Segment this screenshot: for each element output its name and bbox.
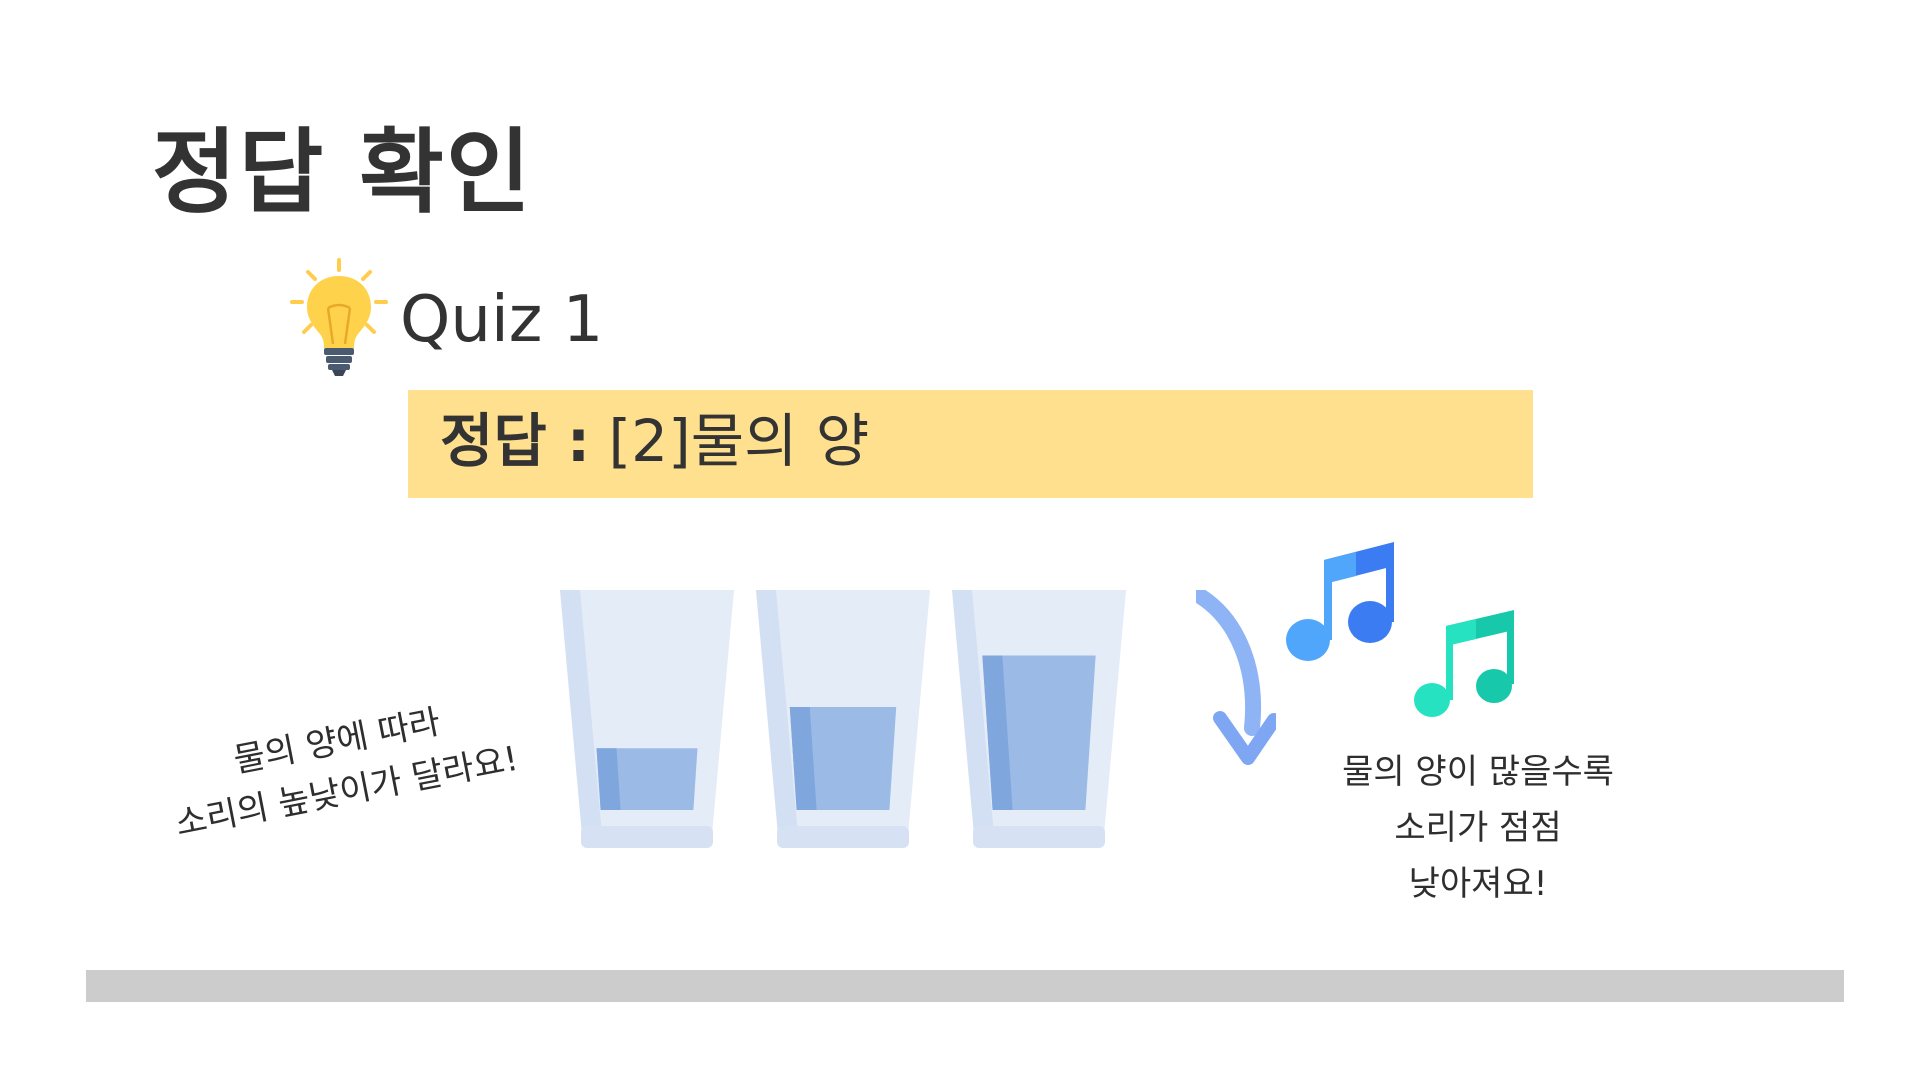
music-note-blue-icon: [1286, 542, 1394, 661]
water-glass: [560, 590, 734, 848]
water-glass: [952, 590, 1126, 848]
right-caption: 물의 양이 많을수록 소리가 점점 낮아져요!: [1328, 744, 1628, 912]
water-glasses-illustration: [560, 590, 1126, 848]
answer-label: 정답 :: [440, 407, 591, 475]
music-note-teal-icon: [1414, 610, 1514, 717]
answer-text: 정답 : [2]물의 양: [440, 407, 870, 475]
curved-arrow-down-icon: [1196, 590, 1276, 765]
bottom-bar: [86, 970, 1844, 1002]
right-caption-line-2: 소리가 점점: [1394, 808, 1562, 849]
right-caption-line-1: 물의 양이 많을수록: [1342, 752, 1614, 792]
left-caption: 물의 양에 따라 소리의 높낮이가 달라요!: [161, 684, 522, 851]
water-glass: [756, 590, 930, 848]
answer-banner: 정답 : [2]물의 양: [408, 390, 1533, 498]
lightbulb-icon: [290, 258, 388, 376]
answer-value: [2]물의 양: [608, 407, 870, 475]
right-caption-line-3: 낮아져요!: [1408, 864, 1548, 905]
quiz-label: Quiz 1: [400, 283, 604, 357]
page-title: 정답 확인: [152, 119, 533, 226]
music-notes-icon: [1286, 542, 1514, 717]
